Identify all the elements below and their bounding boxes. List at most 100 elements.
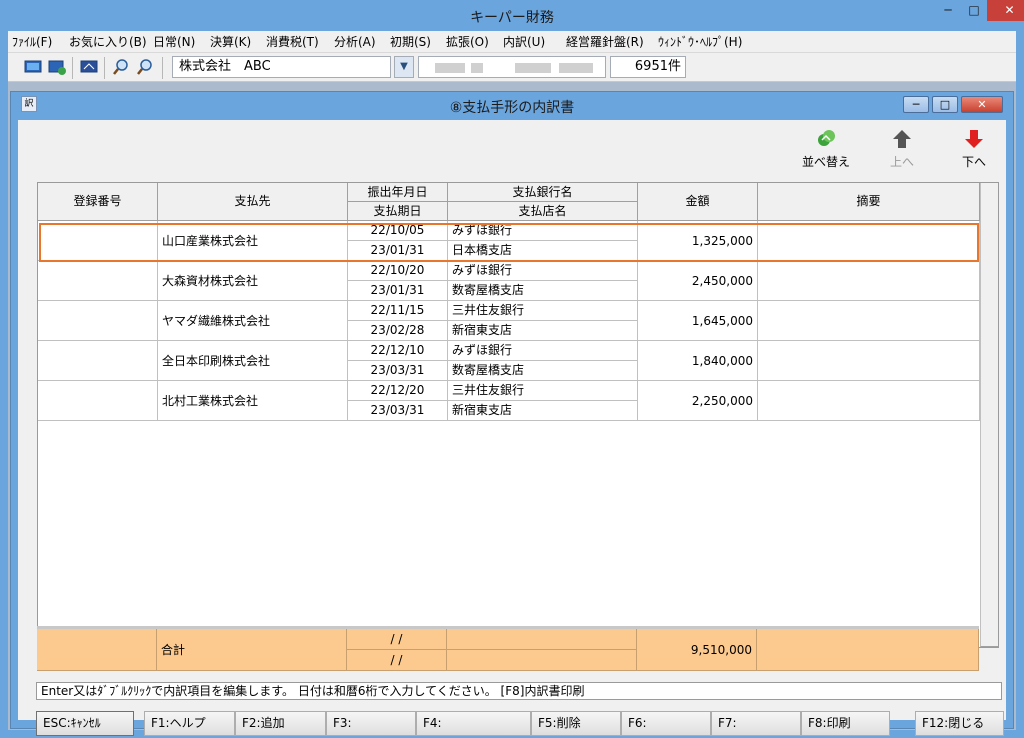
content-panel: 並べ替え 上へ 下へ 登録番号 支払先 振出年月日 支払期日 支払銀行名 支払店… [18,120,1006,736]
table-row-amount[interactable]: 2,250,000 [638,381,758,421]
f4-button[interactable]: F4: [416,711,531,736]
table-row-branch[interactable]: 新宿東支店 [448,321,638,341]
table-row-bank[interactable]: みずほ銀行 [448,221,638,241]
table-row-issue[interactable]: 22/10/05 [348,221,448,241]
child-close-button[interactable]: ✕ [961,96,1003,113]
header-branch[interactable]: 支払店名 [448,202,638,221]
sort-button[interactable]: 並べ替え [796,128,856,172]
header-bank[interactable]: 支払銀行名 [448,183,638,202]
header-due-date[interactable]: 支払期日 [348,202,448,221]
menu-window-help[interactable]: ｳｨﾝﾄﾞｳ･ﾍﾙﾌﾟ(H) [658,33,742,50]
title-bar[interactable]: キーパー財務 ─ □ ✕ [0,0,1024,31]
table-row-payee[interactable]: 大森資材株式会社 [158,261,348,301]
menu-favorites[interactable]: お気に入り(B) [69,33,147,50]
table-row-bank[interactable]: 三井住友銀行 [448,301,638,321]
toolbar-separator [162,57,163,79]
header-issue-date[interactable]: 振出年月日 [348,183,448,202]
header-payee[interactable]: 支払先 [158,183,348,221]
table-row-amount[interactable]: 2,450,000 [638,261,758,301]
move-down-button[interactable]: 下へ [944,128,1004,172]
move-up-button[interactable]: 上へ [872,128,932,172]
table-row-branch[interactable]: 日本橋支店 [448,241,638,261]
table-row-bank[interactable]: みずほ銀行 [448,341,638,361]
esc-cancel-button[interactable]: ESC:ｷｬﾝｾﾙ [36,711,134,736]
table-row-payee[interactable]: ヤマダ繊維株式会社 [158,301,348,341]
menu-analysis[interactable]: 分析(A) [334,33,376,50]
f7-button[interactable]: F7: [711,711,801,736]
f12-close-button[interactable]: F12:閉じる [915,711,1004,736]
zoom-out-icon[interactable] [136,59,154,75]
table-row-memo[interactable] [758,221,980,261]
f5-delete-button[interactable]: F5:削除 [531,711,621,736]
menu-closing[interactable]: 決算(K) [210,33,251,50]
table-row-reg-no[interactable] [38,341,158,381]
menu-compass[interactable]: 経営羅針盤(R) [566,33,644,50]
total-reg-no [37,629,157,671]
display-icon[interactable] [80,59,98,75]
child-title-bar[interactable]: 訳 ⑧支払手形の内訳書 ─ □ ✕ [11,92,1013,118]
f2-add-button[interactable]: F2:追加 [235,711,326,736]
table-row-due[interactable]: 23/01/31 [348,281,448,301]
f6-button[interactable]: F6: [621,711,711,736]
child-title: ⑧支払手形の内訳書 [449,100,575,116]
table-row-branch[interactable]: 数寄屋橋支店 [448,281,638,301]
table-row-branch[interactable]: 数寄屋橋支店 [448,361,638,381]
table-row-payee[interactable]: 全日本印刷株式会社 [158,341,348,381]
table-row-memo[interactable] [758,261,980,301]
child-minimize-button[interactable]: ─ [903,96,929,113]
child-maximize-button[interactable]: □ [932,96,958,113]
menu-daily[interactable]: 日常(N) [153,33,195,50]
menu-tax[interactable]: 消費税(T) [266,33,319,50]
table-row-payee[interactable]: 北村工業株式会社 [158,381,348,421]
table-row-reg-no[interactable] [38,221,158,261]
table-row-due[interactable]: 23/02/28 [348,321,448,341]
table-row-memo[interactable] [758,301,980,341]
breakdown-window: 訳 ⑧支払手形の内訳書 ─ □ ✕ 並べ替え 上へ 下へ 登録番号 支払先 振出… [10,91,1014,736]
table-row-bank[interactable]: みずほ銀行 [448,261,638,281]
menu-setup[interactable]: 初期(S) [390,33,431,50]
header-reg-no[interactable]: 登録番号 [38,183,158,221]
table-row-due[interactable]: 23/01/31 [348,241,448,261]
table-row-memo[interactable] [758,341,980,381]
company-select[interactable]: 株式会社 ABC [172,56,391,78]
table-row-branch[interactable]: 新宿東支店 [448,401,638,421]
table-row-amount[interactable]: 1,325,000 [638,221,758,261]
table-row-amount[interactable]: 1,645,000 [638,301,758,341]
f3-button[interactable]: F3: [326,711,416,736]
header-amount[interactable]: 金額 [638,183,758,221]
table-row-due[interactable]: 23/03/31 [348,401,448,421]
close-button[interactable]: ✕ [987,0,1024,21]
minimize-button[interactable]: ─ [935,0,961,21]
monitor-icon[interactable] [24,59,42,75]
table-row-reg-no[interactable] [38,261,158,301]
total-date1: / / [347,629,447,650]
total-branch [447,650,637,671]
table-row-issue[interactable]: 22/12/20 [348,381,448,401]
vertical-scrollbar[interactable] [980,183,998,647]
move-up-label: 上へ [889,155,914,169]
f8-print-button[interactable]: F8:印刷 [801,711,890,736]
table-row-issue[interactable]: 22/11/15 [348,301,448,321]
table-row-amount[interactable]: 1,840,000 [638,341,758,381]
table-row-issue[interactable]: 22/10/20 [348,261,448,281]
header-memo[interactable]: 摘要 [758,183,980,221]
f1-help-button[interactable]: F1:ヘルプ [144,711,235,736]
monitor-add-icon[interactable] [48,59,66,75]
table-row-issue[interactable]: 22/12/10 [348,341,448,361]
menu-file[interactable]: ﾌｧｲﾙ(F) [12,33,52,50]
total-memo [757,629,979,671]
table-row-memo[interactable] [758,381,980,421]
record-count: 6951件 [610,56,686,78]
table-row-bank[interactable]: 三井住友銀行 [448,381,638,401]
maximize-button[interactable]: □ [961,0,987,21]
chevron-down-icon[interactable]: ▼ [394,56,414,78]
menu-breakdown[interactable]: 内訳(U) [503,33,545,50]
status-message: Enter又はﾀﾞﾌﾞﾙｸﾘｯｸで内訳項目を編集します。 日付は和暦6桁で入力し… [36,682,1002,700]
table-row-payee[interactable]: 山口産業株式会社 [158,221,348,261]
toolbar-separator [72,57,73,79]
menu-extension[interactable]: 拡張(O) [446,33,489,50]
table-row-reg-no[interactable] [38,381,158,421]
zoom-in-icon[interactable] [112,59,130,75]
table-row-reg-no[interactable] [38,301,158,341]
table-row-due[interactable]: 23/03/31 [348,361,448,381]
